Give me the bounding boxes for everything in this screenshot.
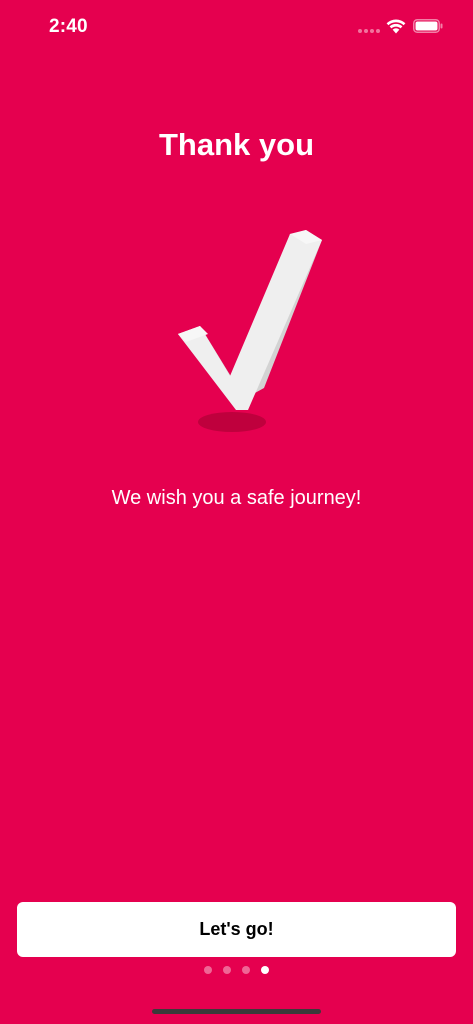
page-indicator[interactable]: [0, 966, 473, 974]
page-dot[interactable]: [223, 966, 231, 974]
battery-icon: [413, 19, 443, 33]
page-dot[interactable]: [242, 966, 250, 974]
home-indicator[interactable]: [152, 1009, 321, 1014]
checkmark-icon: [178, 230, 322, 432]
status-bar: 2:40: [0, 0, 473, 54]
wifi-icon: [386, 19, 406, 34]
lets-go-button[interactable]: Let's go!: [17, 902, 456, 957]
cellular-signal-icon: [358, 29, 380, 33]
status-time: 2:40: [49, 16, 88, 37]
page-dot[interactable]: [204, 966, 212, 974]
page-dot-active[interactable]: [261, 966, 269, 974]
page-title: Thank you: [158, 127, 314, 162]
subtitle: We wish you a safe journey!: [111, 487, 362, 509]
